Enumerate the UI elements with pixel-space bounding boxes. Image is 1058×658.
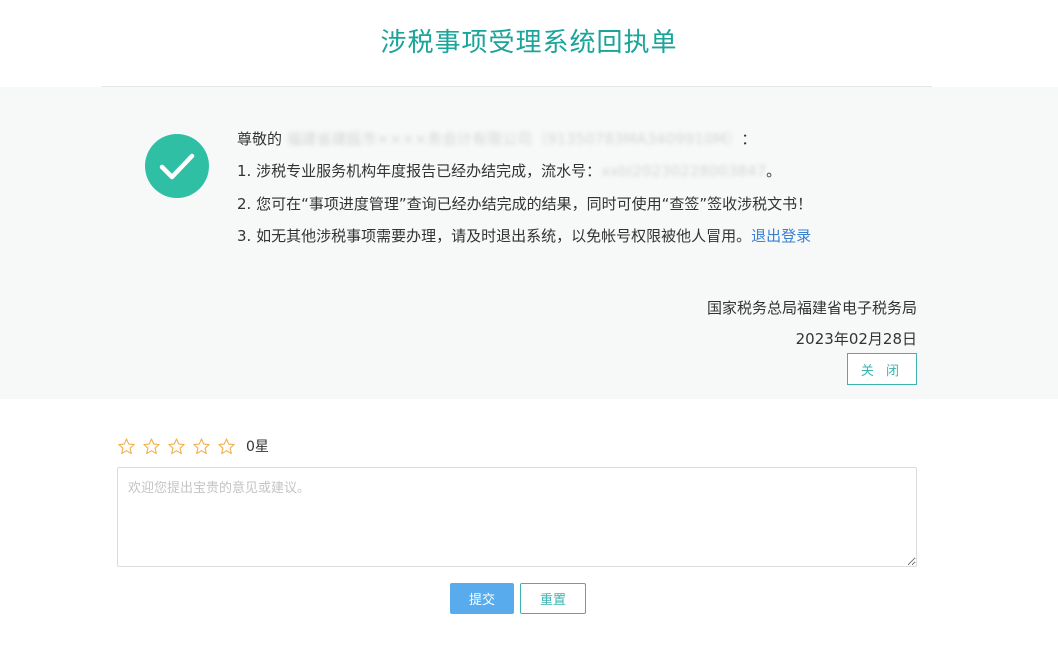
issuer-name: 国家税务总局福建省电子税务局 bbox=[706, 299, 917, 317]
star-outline-icon[interactable] bbox=[217, 437, 236, 456]
star-outline-icon[interactable] bbox=[142, 437, 161, 456]
checkmark-circle-icon bbox=[145, 134, 209, 198]
line1-suffix: 。 bbox=[766, 162, 782, 180]
receipt-line-2: 2. 您可在“事项进度管理”查询已经办结完成的结果，同时可使用“查签”签收涉税文… bbox=[237, 195, 813, 213]
star-outline-icon[interactable] bbox=[192, 437, 211, 456]
redacted-serial-number: xxbl20230228003847 bbox=[601, 162, 767, 180]
star-outline-icon[interactable] bbox=[117, 437, 136, 456]
redacted-taxpayer-name: 福建省建瓯市××××务会计有限公司（91350783MA3409910M） bbox=[286, 130, 742, 148]
greeting-prefix: 尊敬的 bbox=[237, 130, 283, 148]
receipt-line-3: 3. 如无其他涉税事项需要办理，请及时退出系统，以免帐号权限被他人冒用。退出登录 bbox=[237, 226, 811, 246]
receipt-page: 涉税事项受理系统回执单 尊敬的 福建省建瓯市××××务会计有限公司（913507… bbox=[0, 0, 1058, 658]
feedback-textarea[interactable] bbox=[117, 467, 917, 567]
rating-label: 0星 bbox=[246, 439, 269, 455]
reset-button[interactable]: 重置 bbox=[520, 583, 586, 614]
star-outline-icon[interactable] bbox=[167, 437, 186, 456]
star-rating: 0星 bbox=[117, 435, 269, 457]
greeting-suffix: ： bbox=[741, 130, 757, 148]
line3-text: 3. 如无其他涉税事项需要办理，请及时退出系统，以免帐号权限被他人冒用。 bbox=[237, 227, 752, 245]
close-button[interactable]: 关 闭 bbox=[847, 353, 917, 385]
logout-link[interactable]: 退出登录 bbox=[751, 227, 811, 245]
receipt-line-1: 1. 涉税专业服务机构年度报告已经办结完成，流水号：xxbl2023022800… bbox=[237, 161, 781, 181]
line1-text: 1. 涉税专业服务机构年度报告已经办结完成，流水号： bbox=[237, 162, 602, 180]
receipt-greeting: 尊敬的 福建省建瓯市××××务会计有限公司（91350783MA3409910M… bbox=[237, 129, 756, 149]
issue-date: 2023年02月28日 bbox=[795, 330, 917, 348]
page-title: 涉税事项受理系统回执单 bbox=[380, 28, 678, 58]
submit-button[interactable]: 提交 bbox=[450, 583, 514, 614]
